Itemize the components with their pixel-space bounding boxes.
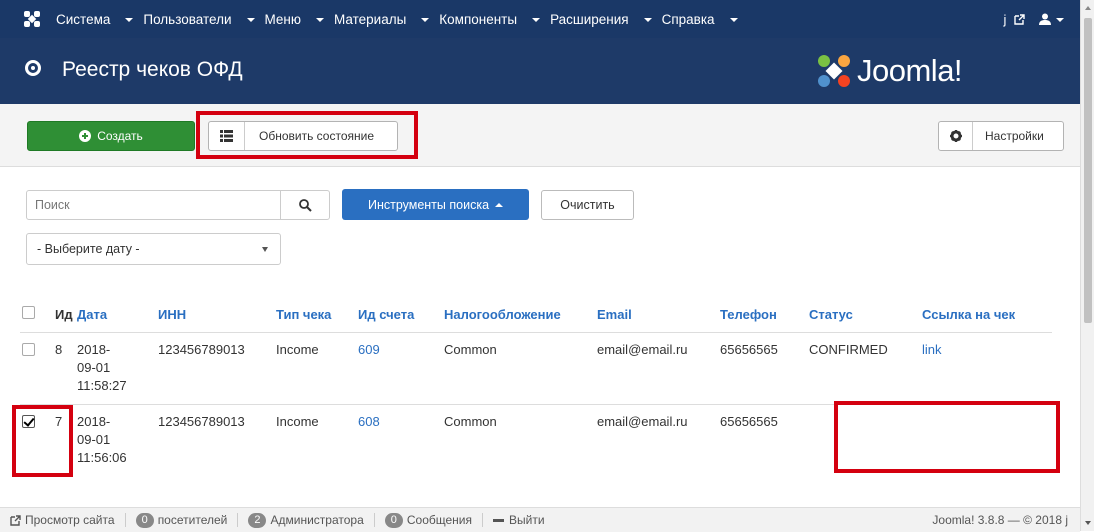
record-icon (25, 60, 41, 76)
visitors-indicator: 0 посетителей (126, 512, 239, 528)
menu-menus[interactable]: Меню (265, 12, 324, 27)
chevron-down-icon (1056, 18, 1064, 23)
joomla-brand-logo-icon (818, 55, 850, 87)
row-checkbox[interactable] (22, 415, 35, 428)
col-email[interactable]: Email (597, 296, 720, 333)
external-link-icon (10, 514, 21, 526)
minus-icon (493, 518, 505, 522)
col-receipt-link[interactable]: Ссылка на чек (922, 296, 1052, 333)
version-text: Joomla! 3.8.8 — © 2018 j (932, 513, 1068, 527)
caret-up-icon (495, 202, 504, 207)
receipts-table: Ид Дата ИНН Тип чека Ид счета Налогообло… (20, 296, 1052, 483)
brand-text: Joomla! (857, 53, 963, 88)
menu-system[interactable]: Система (56, 12, 134, 27)
update-status-button[interactable]: Обновить состояние (208, 121, 398, 151)
settings-button[interactable]: Настройки (938, 121, 1064, 151)
create-button[interactable]: Создать (27, 121, 195, 151)
col-invoice-id[interactable]: Ид счета (358, 296, 444, 333)
page-title: Реестр чеков ОФД (62, 58, 243, 81)
joomla-logo-icon[interactable] (22, 9, 42, 29)
user-menu[interactable] (1039, 12, 1064, 27)
chevron-down-icon (262, 247, 268, 252)
logout-link[interactable]: Выйти (483, 513, 555, 527)
col-date[interactable]: Дата (77, 296, 158, 333)
row-date: 2018- 09-01 11:58:27 (77, 332, 158, 405)
row-status (809, 404, 922, 483)
external-link-icon (1014, 13, 1025, 25)
row-status: CONFIRMED (809, 332, 922, 405)
menu-help[interactable]: Справка (662, 12, 738, 27)
menu-extensions[interactable]: Расширения (550, 12, 652, 27)
user-icon (1039, 13, 1051, 25)
toolbar: Создать Обновить состояние Настройки (0, 104, 1080, 167)
search-tools-button[interactable]: Инструменты поиска (342, 189, 529, 220)
date-select[interactable]: - Выберите дату - (26, 233, 281, 265)
menu-users[interactable]: Пользователи (143, 12, 255, 27)
menu-components[interactable]: Компоненты (439, 12, 541, 27)
visitors-badge: 0 (135, 512, 154, 528)
messages-badge: 0 (384, 512, 403, 528)
select-all-checkbox[interactable] (22, 306, 35, 319)
search-button[interactable] (280, 190, 330, 220)
search-input[interactable] (26, 190, 281, 220)
invoice-link[interactable]: 609 (358, 342, 380, 357)
col-inn[interactable]: ИНН (158, 296, 276, 333)
row-checkbox[interactable] (22, 343, 35, 356)
col-status[interactable]: Статус (809, 296, 922, 333)
search-icon (298, 198, 312, 212)
top-navbar: Система Пользователи Меню Материалы Комп… (0, 0, 1080, 38)
messages-link[interactable]: 0 Сообщения (375, 512, 484, 528)
admins-indicator: 2 Администратора (238, 512, 375, 528)
row-date: 2018- 09-01 11:56:06 (77, 404, 158, 483)
scrollbar[interactable] (1080, 0, 1094, 531)
menu-content[interactable]: Материалы (334, 12, 430, 27)
table-row: 8 2018- 09-01 11:58:27 123456789013 Inco… (20, 332, 1052, 405)
site-link[interactable]: j (1003, 12, 1025, 27)
status-bar: Просмотр сайта 0 посетителей 2 Администр… (0, 507, 1080, 532)
main-menu: Система Пользователи Меню Материалы Комп… (56, 12, 748, 27)
invoice-link[interactable]: 608 (358, 414, 380, 429)
table-row: 7 2018- 09-01 11:56:06 123456789013 Inco… (20, 404, 1052, 483)
receipt-link[interactable]: link (922, 342, 942, 357)
page-header: Реестр чеков ОФД Joomla! (0, 38, 1080, 104)
gear-icon (949, 130, 962, 142)
admins-badge: 2 (248, 512, 267, 528)
scrollbar-thumb[interactable] (1084, 18, 1092, 323)
col-phone[interactable]: Телефон (720, 296, 809, 333)
col-id[interactable]: Ид (55, 296, 77, 333)
list-icon (220, 130, 233, 142)
scroll-up-icon[interactable] (1085, 6, 1091, 10)
scroll-down-icon[interactable] (1085, 521, 1091, 525)
clear-button[interactable]: Очистить (541, 190, 634, 220)
col-taxation[interactable]: Налогообложение (444, 296, 597, 333)
plus-circle-icon (79, 130, 92, 142)
view-site-link[interactable]: Просмотр сайта (0, 513, 126, 527)
table-header: Ид Дата ИНН Тип чека Ид счета Налогообло… (20, 296, 1052, 333)
joomla-brand: Joomla! (815, 52, 963, 90)
col-receipt-type[interactable]: Тип чека (276, 296, 358, 333)
